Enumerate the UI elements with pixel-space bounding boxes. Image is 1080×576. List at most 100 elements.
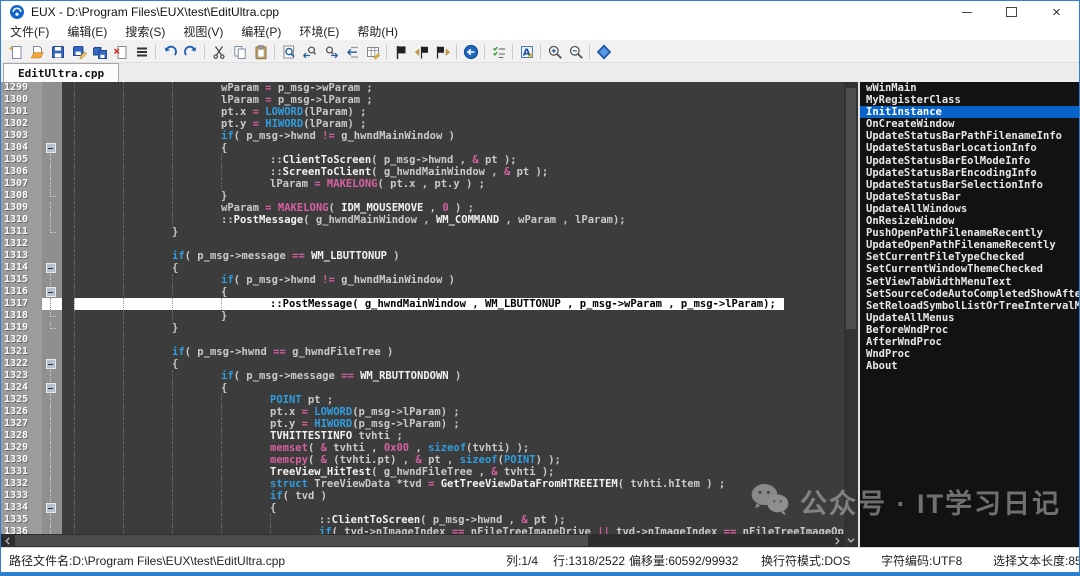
symbol-item[interactable]: UpdateAllMenus [860, 312, 1079, 324]
undo-button[interactable] [159, 42, 180, 61]
checklist-button[interactable] [488, 42, 509, 61]
syntax-color-button[interactable]: A [516, 42, 537, 61]
code-text[interactable]: pt.x = LOWORD(p_msg->lParam) ; [62, 406, 844, 418]
menu-item-6[interactable]: 帮助(H) [348, 23, 407, 40]
save-as-button[interactable] [68, 42, 89, 61]
code-text[interactable]: if( p_msg->message == WM_LBUTTONUP ) [62, 250, 844, 262]
scroll-down-icon[interactable] [844, 533, 858, 547]
symbol-item[interactable]: SetViewTabWidthMenuText [860, 276, 1079, 288]
symbol-item-selected[interactable]: InitInstance [860, 106, 1079, 118]
symbol-item[interactable]: UpdateStatusBarSelectionInfo [860, 179, 1079, 191]
menu-item-0[interactable]: 文件(F) [1, 23, 58, 40]
symbol-item[interactable]: SetCurrentFileTypeChecked [860, 251, 1079, 263]
tab-editultra-cpp[interactable]: EditUltra.cpp [3, 63, 119, 82]
zoom-in-button[interactable] [544, 42, 565, 61]
menu-item-5[interactable]: 环境(E) [290, 23, 348, 40]
horizontal-scrollbar[interactable] [1, 534, 844, 547]
symbol-item[interactable]: UpdateStatusBarEolModeInfo [860, 155, 1079, 167]
code-text[interactable]: wParam = MAKELONG( IDM_MOUSEMOVE , 0 ) ; [62, 202, 844, 214]
fold-marker-icon[interactable] [42, 382, 62, 394]
save-all-button[interactable] [89, 42, 110, 61]
about-button[interactable] [593, 42, 614, 61]
code-text[interactable]: } [62, 322, 844, 334]
vertical-scrollbar[interactable] [844, 82, 858, 547]
find-prev-button[interactable] [299, 42, 320, 61]
code-text[interactable]: ::PostMessage( g_hwndMainWindow , WM_COM… [62, 214, 844, 226]
code-text[interactable]: { [62, 262, 844, 274]
fold-marker-icon[interactable] [42, 142, 62, 154]
code-text[interactable]: pt.x = LOWORD(lParam) ; [62, 106, 844, 118]
symbol-item[interactable]: SetCurrentWindowThemeChecked [860, 263, 1079, 275]
fold-marker-icon[interactable] [42, 262, 62, 274]
code-text[interactable]: if( p_msg->hwnd != g_hwndMainWindow ) [62, 130, 844, 142]
menu-item-2[interactable]: 搜索(S) [116, 23, 174, 40]
close-button[interactable]: × [1034, 1, 1079, 23]
fold-marker-icon[interactable] [42, 286, 62, 298]
code-text[interactable]: if( p_msg->hwnd != g_hwndMainWindow ) [62, 274, 844, 286]
find-button[interactable] [278, 42, 299, 61]
code-text[interactable]: TreeView_HitTest( g_hwndFileTree , & tvh… [62, 466, 844, 478]
symbol-item[interactable]: WndProc [860, 348, 1079, 360]
symbol-item[interactable]: MyRegisterClass [860, 94, 1079, 106]
menu-item-4[interactable]: 编程(P) [232, 23, 290, 40]
code-text[interactable]: if( p_msg->message == WM_RBUTTONDOWN ) [62, 370, 844, 382]
code-text[interactable]: lParam = MAKELONG( pt.x , pt.y ) ; [62, 178, 844, 190]
bookmark-prev-button[interactable] [411, 42, 432, 61]
symbol-item[interactable]: SetReloadSymbolListOrTreeIntervalMe [860, 300, 1079, 312]
fold-marker-icon[interactable] [42, 358, 62, 370]
bookmark-next-button[interactable] [432, 42, 453, 61]
symbol-item[interactable]: AfterWndProc [860, 336, 1079, 348]
symbol-item[interactable]: OnCreateWindow [860, 118, 1079, 130]
scroll-right-icon[interactable] [830, 534, 844, 547]
code-text[interactable] [62, 238, 844, 250]
code-text[interactable]: } [62, 226, 844, 238]
code-text[interactable]: TVHITTESTINFO tvhti ; [62, 430, 844, 442]
code-text[interactable]: memcpy( & (tvhti.pt) , & pt , sizeof(POI… [62, 454, 844, 466]
code-text[interactable]: { [62, 382, 844, 394]
find-in-files-button[interactable] [362, 42, 383, 61]
code-text[interactable]: memset( & tvhti , 0x00 , sizeof(tvhti) )… [62, 442, 844, 454]
code-text[interactable]: struct TreeViewData *tvd = GetTreeViewDa… [62, 478, 844, 490]
code-text[interactable]: if( p_msg->hwnd == g_hwndFileTree ) [62, 346, 844, 358]
symbol-item[interactable]: PushOpenPathFilenameRecently [860, 227, 1079, 239]
save-button[interactable] [47, 42, 68, 61]
code-text[interactable]: { [62, 502, 844, 514]
close-file-button[interactable] [110, 42, 131, 61]
menu-item-3[interactable]: 视图(V) [174, 23, 232, 40]
symbol-item[interactable]: UpdateStatusBarLocationInfo [860, 142, 1079, 154]
code-text[interactable]: { [62, 286, 844, 298]
symbol-item[interactable]: UpdateStatusBarPathFilenameInfo [860, 130, 1079, 142]
symbol-item[interactable]: SetSourceCodeAutoCompletedShowAfter [860, 288, 1079, 300]
symbol-item[interactable]: OnResizeWindow [860, 215, 1079, 227]
maximize-button[interactable] [989, 1, 1034, 23]
code-text[interactable]: ::ScreenToClient( g_hwndMainWindow , & p… [62, 166, 844, 178]
symbol-item[interactable]: UpdateOpenPathFilenameRecently [860, 239, 1079, 251]
symbol-item[interactable]: UpdateStatusBarEncodingInfo [860, 167, 1079, 179]
menu-item-1[interactable]: 编辑(E) [58, 23, 116, 40]
replace-button[interactable] [341, 42, 362, 61]
symbol-item[interactable]: UpdateStatusBar [860, 191, 1079, 203]
symbol-item[interactable]: wWinMain [860, 82, 1079, 94]
code-text[interactable]: ::ClientToScreen( p_msg->hwnd , & pt ); [62, 154, 844, 166]
symbol-item[interactable]: About [860, 360, 1079, 372]
code-text[interactable]: ::PostMessage( g_hwndMainWindow , WM_LBU… [62, 298, 844, 310]
code-text[interactable]: { [62, 142, 844, 154]
code-text[interactable]: ::ClientToScreen( p_msg->hwnd , & pt ); [62, 514, 844, 526]
symbol-item[interactable]: UpdateAllWindows [860, 203, 1079, 215]
zoom-out-button[interactable] [565, 42, 586, 61]
code-text[interactable]: if( tvd ) [62, 490, 844, 502]
bookmark-button[interactable] [390, 42, 411, 61]
code-text[interactable]: } [62, 190, 844, 202]
code-text[interactable]: pt.y = HIWORD(lParam) ; [62, 118, 844, 130]
horizontal-scroll-thumb[interactable] [15, 535, 588, 546]
code-text[interactable] [62, 334, 844, 346]
scroll-left-icon[interactable] [1, 534, 15, 547]
paste-button[interactable] [250, 42, 271, 61]
open-file-button[interactable] [26, 42, 47, 61]
code-text[interactable]: pt.y = HIWORD(p_msg->lParam) ; [62, 418, 844, 430]
find-next-button[interactable] [320, 42, 341, 61]
fold-marker-icon[interactable] [42, 502, 62, 514]
code-text[interactable]: if( tvd->nImageIndex == nFileTreeImageDr… [62, 526, 844, 534]
minimize-button[interactable] [944, 1, 989, 23]
symbol-item[interactable]: BeforeWndProc [860, 324, 1079, 336]
